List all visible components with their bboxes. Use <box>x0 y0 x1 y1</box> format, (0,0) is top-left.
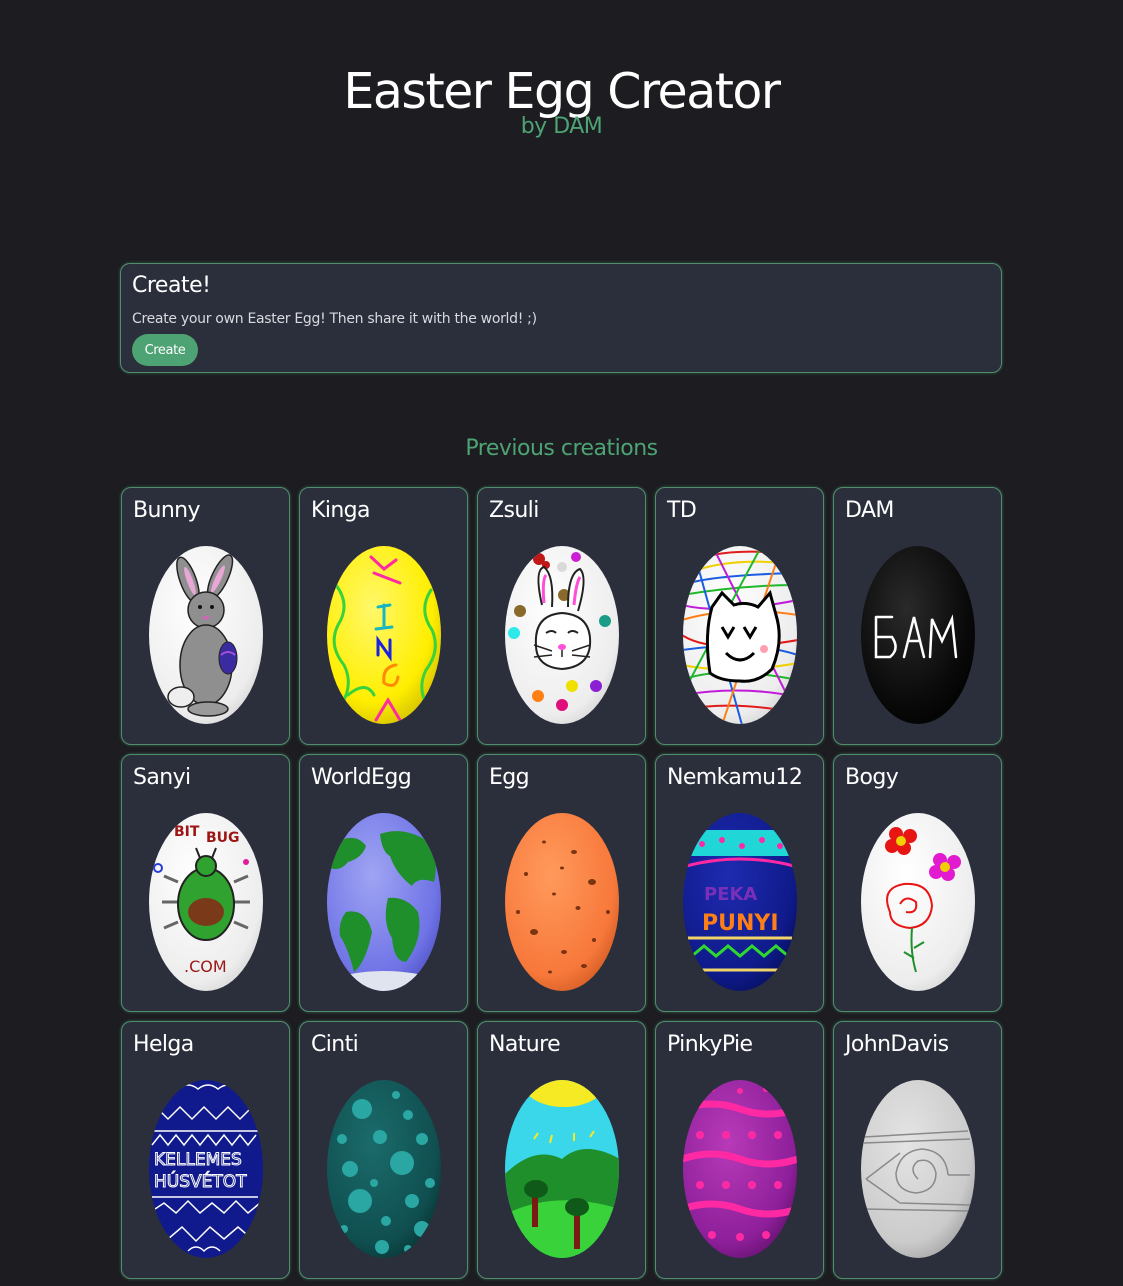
egg-name: Sanyi <box>133 765 191 790</box>
egg-card[interactable]: Kinga <box>299 487 468 745</box>
egg-card[interactable]: TD <box>655 487 824 745</box>
helga-egg-icon: KELLEMES HÚSVÉTOT <box>149 1080 263 1258</box>
zsuli-egg-icon <box>505 546 619 724</box>
nature-egg-icon <box>505 1080 619 1258</box>
egg-egg-icon <box>505 813 619 991</box>
egg-card[interactable]: Nemkamu12 PEKA PUNYI <box>655 754 824 1012</box>
bunny-egg-icon <box>149 546 263 724</box>
egg-card[interactable]: Sanyi BIT BUG .COM <box>121 754 290 1012</box>
egg-card[interactable]: Nature <box>477 1021 646 1279</box>
egg-name: DAM <box>845 498 894 523</box>
egg-name: Cinti <box>311 1032 359 1057</box>
egg-name: Egg <box>489 765 530 790</box>
egg-card[interactable]: Zsuli <box>477 487 646 745</box>
egg-card[interactable]: JohnDavis <box>833 1021 1002 1279</box>
egg-name: Zsuli <box>489 498 539 523</box>
svg-text:KELLEMES: KELLEMES <box>154 1150 242 1170</box>
create-button[interactable]: Create <box>132 334 198 366</box>
egg-card[interactable]: Egg <box>477 754 646 1012</box>
egg-name: Nemkamu12 <box>667 765 803 790</box>
svg-text:PUNYI: PUNYI <box>702 911 779 936</box>
svg-text:.COM: .COM <box>184 957 227 976</box>
egg-card[interactable]: PinkyPie <box>655 1021 824 1279</box>
svg-text:PEKA: PEKA <box>704 884 757 905</box>
egg-card[interactable]: Bunny <box>121 487 290 745</box>
nemkamu12-egg-icon: PEKA PUNYI <box>683 813 797 991</box>
egg-card[interactable]: DAM <box>833 487 1002 745</box>
egg-name: TD <box>667 498 697 523</box>
svg-text:BUG: BUG <box>206 830 240 846</box>
cinti-egg-icon <box>327 1080 441 1258</box>
page-header: Easter Egg Creator by DAM <box>0 62 1123 138</box>
johndavis-egg-icon <box>861 1080 975 1258</box>
kinga-egg-icon <box>327 546 441 724</box>
egg-name: WorldEgg <box>311 765 412 790</box>
svg-text:BIT: BIT <box>174 824 200 840</box>
page-subtitle: by DAM <box>520 114 603 139</box>
svg-text:HÚSVÉTOT: HÚSVÉTOT <box>154 1170 247 1192</box>
egg-card[interactable]: Bogy <box>833 754 1002 1012</box>
pinkypie-egg-icon <box>683 1080 797 1258</box>
egg-name: Helga <box>133 1032 194 1057</box>
egg-name: Nature <box>489 1032 561 1057</box>
egg-card[interactable]: WorldEgg <box>299 754 468 1012</box>
previous-creations-title: Previous creations <box>465 436 658 461</box>
create-card-description: Create your own Easter Egg! Then share i… <box>132 311 537 327</box>
egg-card[interactable]: Cinti <box>299 1021 468 1279</box>
egg-name: Bunny <box>133 498 201 523</box>
egg-name: Kinga <box>311 498 371 523</box>
egg-card[interactable]: Helga KELLEMES HÚSVÉTOT <box>121 1021 290 1279</box>
create-card-title: Create! <box>132 273 211 298</box>
page-title: Easter Egg Creator <box>343 63 781 120</box>
create-card: Create! Create your own Easter Egg! Then… <box>120 263 1002 373</box>
td-egg-icon <box>683 546 797 724</box>
sanyi-egg-icon: BIT BUG .COM <box>149 813 263 991</box>
bogy-egg-icon <box>861 813 975 991</box>
worldegg-egg-icon <box>327 813 441 991</box>
egg-name: JohnDavis <box>845 1032 949 1057</box>
egg-name: PinkyPie <box>667 1032 753 1057</box>
egg-name: Bogy <box>845 765 899 790</box>
dam-egg-icon <box>861 546 975 724</box>
egg-gallery: Bunny Kinga Zsuli TD DAM Sanyi BIT BUG .… <box>121 487 1004 1279</box>
